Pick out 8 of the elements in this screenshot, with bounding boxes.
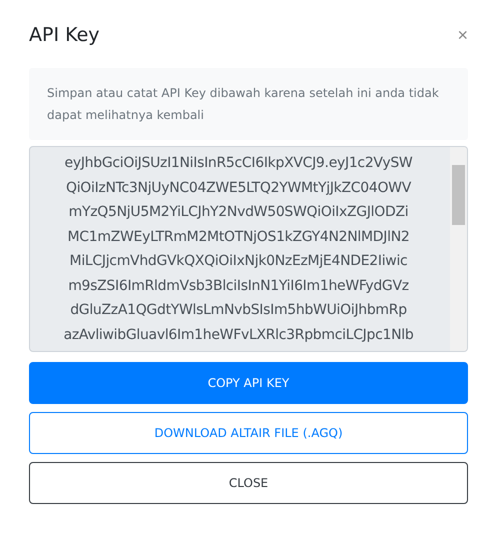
scrollbar[interactable]: [450, 147, 467, 351]
notice-text: Simpan atau catat API Key dibawah karena setelah ini anda tidak dapat melihatnya kembali: [29, 68, 468, 140]
close-button[interactable]: ×: [457, 26, 468, 44]
close-dialog-button[interactable]: CLOSE: [29, 462, 468, 504]
copy-button[interactable]: COPY API KEY: [29, 362, 468, 404]
api-key-field[interactable]: eyJhbGciOiJSUzI1NiIsInR5cCI6IkpXVCJ9.eyJ1c2VySW QiOiIzNTc3NjUyNC04ZWE5LTQ2YWMtYjJkZC04OWV mYzQ5NjU5M2YiLCJhY2NvdW50SWQiOiIxZGJlODZi MC1mZWEyLTRmM2MtOTNjOS1kZGY4N2NlMDJlN2 MiLCJjcmVhdGVkQXQiOiIxNjk0NzEzMjE4NDE2Iiwic m9sZSI6ImRldmVsb3BlciIsInN1YiI6Im1heWFydGVz dGluZzA1QGdtYWlsLmNvbSIsIm5hbWUiOiJhbmRp azAvliwibGluavl6Im1heWFvLXRlc3RpbmciLCJpc1Nlb: [29, 146, 468, 352]
dialog-title: API Key: [29, 24, 100, 46]
download-button[interactable]: DOWNLOAD ALTAIR FILE (.AGQ): [29, 412, 468, 454]
